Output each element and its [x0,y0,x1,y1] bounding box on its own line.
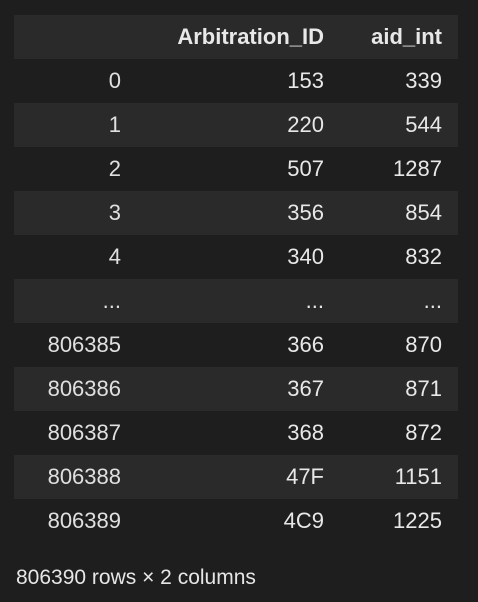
cell-aid-int: 854 [405,200,442,225]
cell-arbitration-id: ... [305,288,324,313]
table-row: 806385 366 870 [14,323,458,367]
cell-aid-int: 339 [405,68,442,93]
table-row: 0 153 339 [14,59,458,103]
cell-arbitration-id: 153 [287,68,324,93]
row-index: 4 [108,244,121,269]
row-index: 3 [108,200,121,225]
cell-aid-int: 1225 [393,508,442,533]
row-index: 806389 [47,508,121,533]
row-index: 806385 [47,332,121,357]
dataframe-table: Arbitration_ID aid_int 0 153 339 1 220 5… [14,15,458,543]
column-header-arbitration-id: Arbitration_ID [177,24,324,49]
table-row: 806386 367 871 [14,367,458,411]
cell-arbitration-id: 507 [287,156,324,181]
row-count-summary: 806390 rows × 2 columns [16,566,256,589]
cell-aid-int: 1151 [394,464,442,489]
cell-aid-int: 872 [405,420,442,445]
cell-arbitration-id: 47F [286,464,324,489]
column-header-aid-int: aid_int [371,24,442,49]
cell-arbitration-id: 4C9 [283,508,324,533]
table-row: 2 507 1287 [14,147,458,191]
cell-aid-int: ... [423,288,442,313]
table-row: 1 220 544 [14,103,458,147]
row-index: 806387 [47,420,121,445]
table-row-ellipsis: ... ... ... [14,279,458,323]
row-index: 0 [108,68,121,93]
row-index: 806388 [47,464,121,489]
cell-aid-int: 544 [405,112,442,137]
row-index: 2 [108,156,121,181]
cell-aid-int: 870 [405,332,442,357]
cell-aid-int: 1287 [393,156,442,181]
header-row: Arbitration_ID aid_int [14,15,458,59]
row-index: 806386 [47,376,121,401]
table-row: 806388 47F 1151 [14,455,458,499]
cell-arbitration-id: 366 [287,332,324,357]
table-row: 4 340 832 [14,235,458,279]
index-header [14,15,137,59]
row-index: 1 [108,112,121,137]
cell-arbitration-id: 220 [287,112,324,137]
row-index: ... [102,288,121,313]
table-row: 806387 368 872 [14,411,458,455]
cell-aid-int: 832 [405,244,442,269]
table-row: 806389 4C9 1225 [14,499,458,543]
cell-arbitration-id: 340 [287,244,324,269]
table-row: 3 356 854 [14,191,458,235]
notebook-output: Arbitration_ID aid_int 0 153 339 1 220 5… [0,0,478,602]
cell-aid-int: 871 [405,376,442,401]
cell-arbitration-id: 368 [287,420,324,445]
cell-arbitration-id: 356 [287,200,324,225]
cell-arbitration-id: 367 [287,376,324,401]
